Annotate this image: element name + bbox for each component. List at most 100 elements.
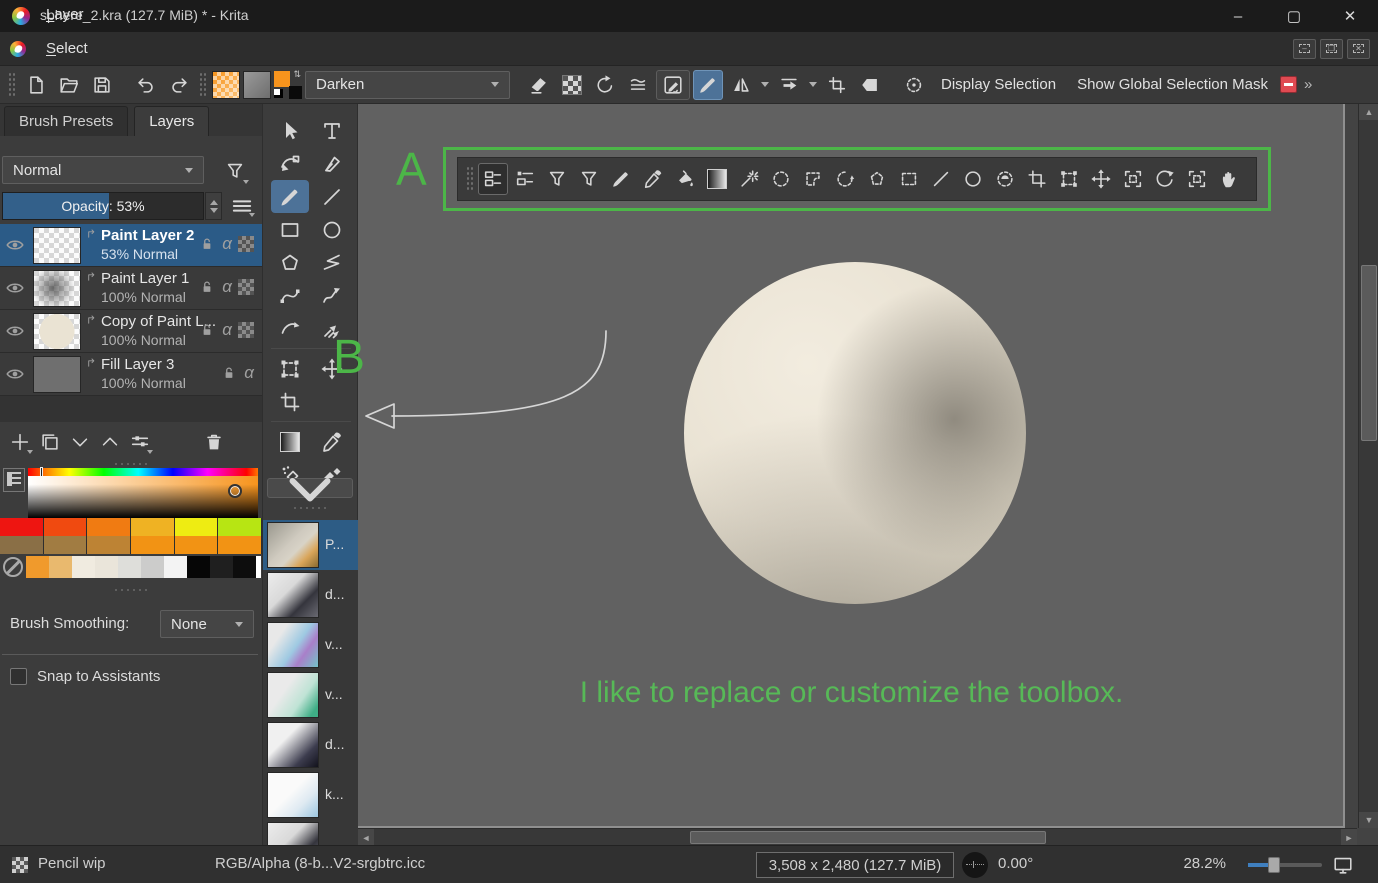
layer-options-menu-button[interactable] bbox=[228, 193, 256, 219]
tool-transform[interactable] bbox=[271, 352, 309, 385]
splitter-handle[interactable] bbox=[292, 506, 328, 510]
tool-polyline[interactable] bbox=[313, 246, 351, 279]
tool-ellipse[interactable] bbox=[313, 213, 351, 246]
splitter-handle[interactable] bbox=[113, 462, 149, 466]
wrap-around-icon[interactable] bbox=[774, 70, 804, 100]
float-select-similar[interactable] bbox=[798, 163, 828, 195]
brush-preset-item[interactable] bbox=[263, 820, 359, 845]
float-move[interactable] bbox=[1086, 163, 1116, 195]
foreground-color[interactable] bbox=[274, 71, 290, 87]
float-ellipse[interactable] bbox=[958, 163, 988, 195]
lock-icon[interactable] bbox=[198, 278, 216, 296]
global-selection-mask-icon[interactable] bbox=[1280, 76, 1297, 93]
toolbar-grip[interactable] bbox=[199, 72, 207, 98]
history-color-swatch[interactable] bbox=[95, 556, 118, 578]
color-swatch[interactable] bbox=[175, 518, 219, 536]
reset-colors-icon[interactable] bbox=[274, 89, 283, 98]
layer-properties-button[interactable] bbox=[126, 428, 154, 456]
float-zoom-select[interactable] bbox=[1118, 163, 1148, 195]
float-magic-wand[interactable] bbox=[734, 163, 764, 195]
layer-row[interactable]: Paint Layer 1100% Normalα bbox=[0, 267, 262, 310]
blending-mode-select[interactable]: Darken bbox=[305, 71, 510, 99]
float-zoom-select[interactable] bbox=[1182, 163, 1212, 195]
layer-visibility-icon[interactable] bbox=[4, 277, 28, 301]
close-button[interactable]: ✕ bbox=[1322, 0, 1378, 32]
splitter-handle[interactable] bbox=[113, 588, 149, 592]
move-layer-down-button[interactable] bbox=[66, 428, 94, 456]
mdi-restore-button[interactable]: ❐ bbox=[1320, 39, 1343, 59]
brush-smoothing-select[interactable]: None bbox=[160, 610, 254, 638]
history-color-swatch[interactable] bbox=[233, 556, 256, 578]
display-selection-button[interactable]: Display Selection bbox=[932, 76, 1065, 93]
float-select-polygon[interactable] bbox=[862, 163, 892, 195]
mdi-minimize-button[interactable]: – bbox=[1293, 39, 1316, 59]
color-marker[interactable] bbox=[228, 484, 242, 498]
edit-brush-icon[interactable] bbox=[656, 70, 690, 100]
layer-visibility-icon[interactable] bbox=[4, 320, 28, 344]
float-select-round-dot[interactable] bbox=[990, 163, 1020, 195]
scroll-left-button[interactable]: ◄ bbox=[358, 829, 374, 845]
history-color-swatch[interactable] bbox=[118, 556, 141, 578]
color-swatch[interactable] bbox=[218, 536, 262, 554]
no-color-icon[interactable] bbox=[3, 557, 23, 577]
history-color-swatch[interactable] bbox=[187, 556, 210, 578]
eraser-icon[interactable] bbox=[524, 70, 554, 100]
inherit-alpha-icon[interactable] bbox=[238, 322, 254, 338]
float-rotate-canvas[interactable] bbox=[1150, 163, 1180, 195]
tool-calligraphy[interactable] bbox=[313, 147, 351, 180]
preserve-alpha-icon[interactable] bbox=[557, 70, 587, 100]
brush-preset-thumbnail[interactable] bbox=[267, 722, 319, 768]
mirror-icon[interactable] bbox=[726, 70, 756, 100]
lock-icon[interactable] bbox=[220, 364, 238, 382]
float-toolbar-grip[interactable] bbox=[466, 166, 474, 192]
brush-preset-item[interactable]: d... bbox=[263, 570, 359, 620]
layer-row[interactable]: Copy of Paint L...100% Normalα bbox=[0, 310, 262, 353]
layer-thumbnail[interactable] bbox=[33, 270, 81, 307]
alpha-icon[interactable]: α bbox=[222, 278, 232, 296]
marching-ants-icon[interactable] bbox=[899, 70, 929, 100]
color-swatch[interactable] bbox=[44, 518, 88, 536]
float-fill[interactable] bbox=[670, 163, 700, 195]
layer-visibility-icon[interactable] bbox=[4, 234, 28, 258]
brush-preset-thumbnail[interactable] bbox=[267, 572, 319, 618]
float-layer-list-a[interactable] bbox=[478, 163, 508, 195]
color-swatch[interactable] bbox=[131, 536, 175, 554]
layer-filter-button[interactable] bbox=[220, 156, 250, 186]
image-dimensions-box[interactable]: 3,508 x 2,480 (127.7 MiB) bbox=[756, 852, 954, 878]
float-freehand-brush[interactable] bbox=[606, 163, 636, 195]
color-swatch[interactable] bbox=[175, 536, 219, 554]
layer-thumbnail[interactable] bbox=[33, 313, 81, 350]
color-selector-menu-icon[interactable] bbox=[3, 468, 25, 492]
brush-preset-item[interactable]: P... bbox=[263, 520, 359, 570]
float-line[interactable] bbox=[926, 163, 956, 195]
show-global-selection-mask-button[interactable]: Show Global Selection Mask bbox=[1068, 76, 1277, 93]
brush-preset-status-icon[interactable] bbox=[12, 857, 28, 873]
layer-thumbnail[interactable] bbox=[33, 356, 81, 393]
brush-preset-item[interactable]: d... bbox=[263, 720, 359, 770]
delete-layer-button[interactable] bbox=[200, 428, 228, 456]
float-transform[interactable] bbox=[1054, 163, 1084, 195]
brush-preset-thumbnail[interactable] bbox=[267, 772, 319, 818]
brush-preset-icon[interactable] bbox=[693, 70, 723, 100]
history-color-swatch[interactable] bbox=[26, 556, 49, 578]
history-color-swatch[interactable] bbox=[72, 556, 95, 578]
fullscreen-monitor-icon[interactable] bbox=[1332, 854, 1354, 876]
canvas-area[interactable]: I like to replace or customize the toolb… bbox=[358, 104, 1378, 845]
float-funnel[interactable] bbox=[574, 163, 604, 195]
layer-opacity-slider[interactable]: Opacity: 53% bbox=[2, 192, 204, 220]
tool-edit-shapes[interactable] bbox=[271, 147, 309, 180]
foreground-background-colors[interactable]: ⇅ bbox=[274, 71, 302, 99]
tab-layers[interactable]: Layers bbox=[134, 106, 209, 136]
color-swatch[interactable] bbox=[0, 518, 44, 536]
trim-icon[interactable] bbox=[822, 70, 852, 100]
tool-freehand-path[interactable] bbox=[313, 279, 351, 312]
chevron-down-icon[interactable] bbox=[761, 82, 769, 87]
float-crop[interactable] bbox=[1022, 163, 1052, 195]
float-select-contiguous[interactable] bbox=[830, 163, 860, 195]
tool-text[interactable] bbox=[313, 114, 351, 147]
move-layer-up-button[interactable] bbox=[96, 428, 124, 456]
redo-icon[interactable] bbox=[164, 70, 194, 100]
brush-preset-thumbnail[interactable] bbox=[267, 822, 319, 845]
brush-preset-thumbnail[interactable] bbox=[267, 672, 319, 718]
float-color-sampler[interactable] bbox=[638, 163, 668, 195]
